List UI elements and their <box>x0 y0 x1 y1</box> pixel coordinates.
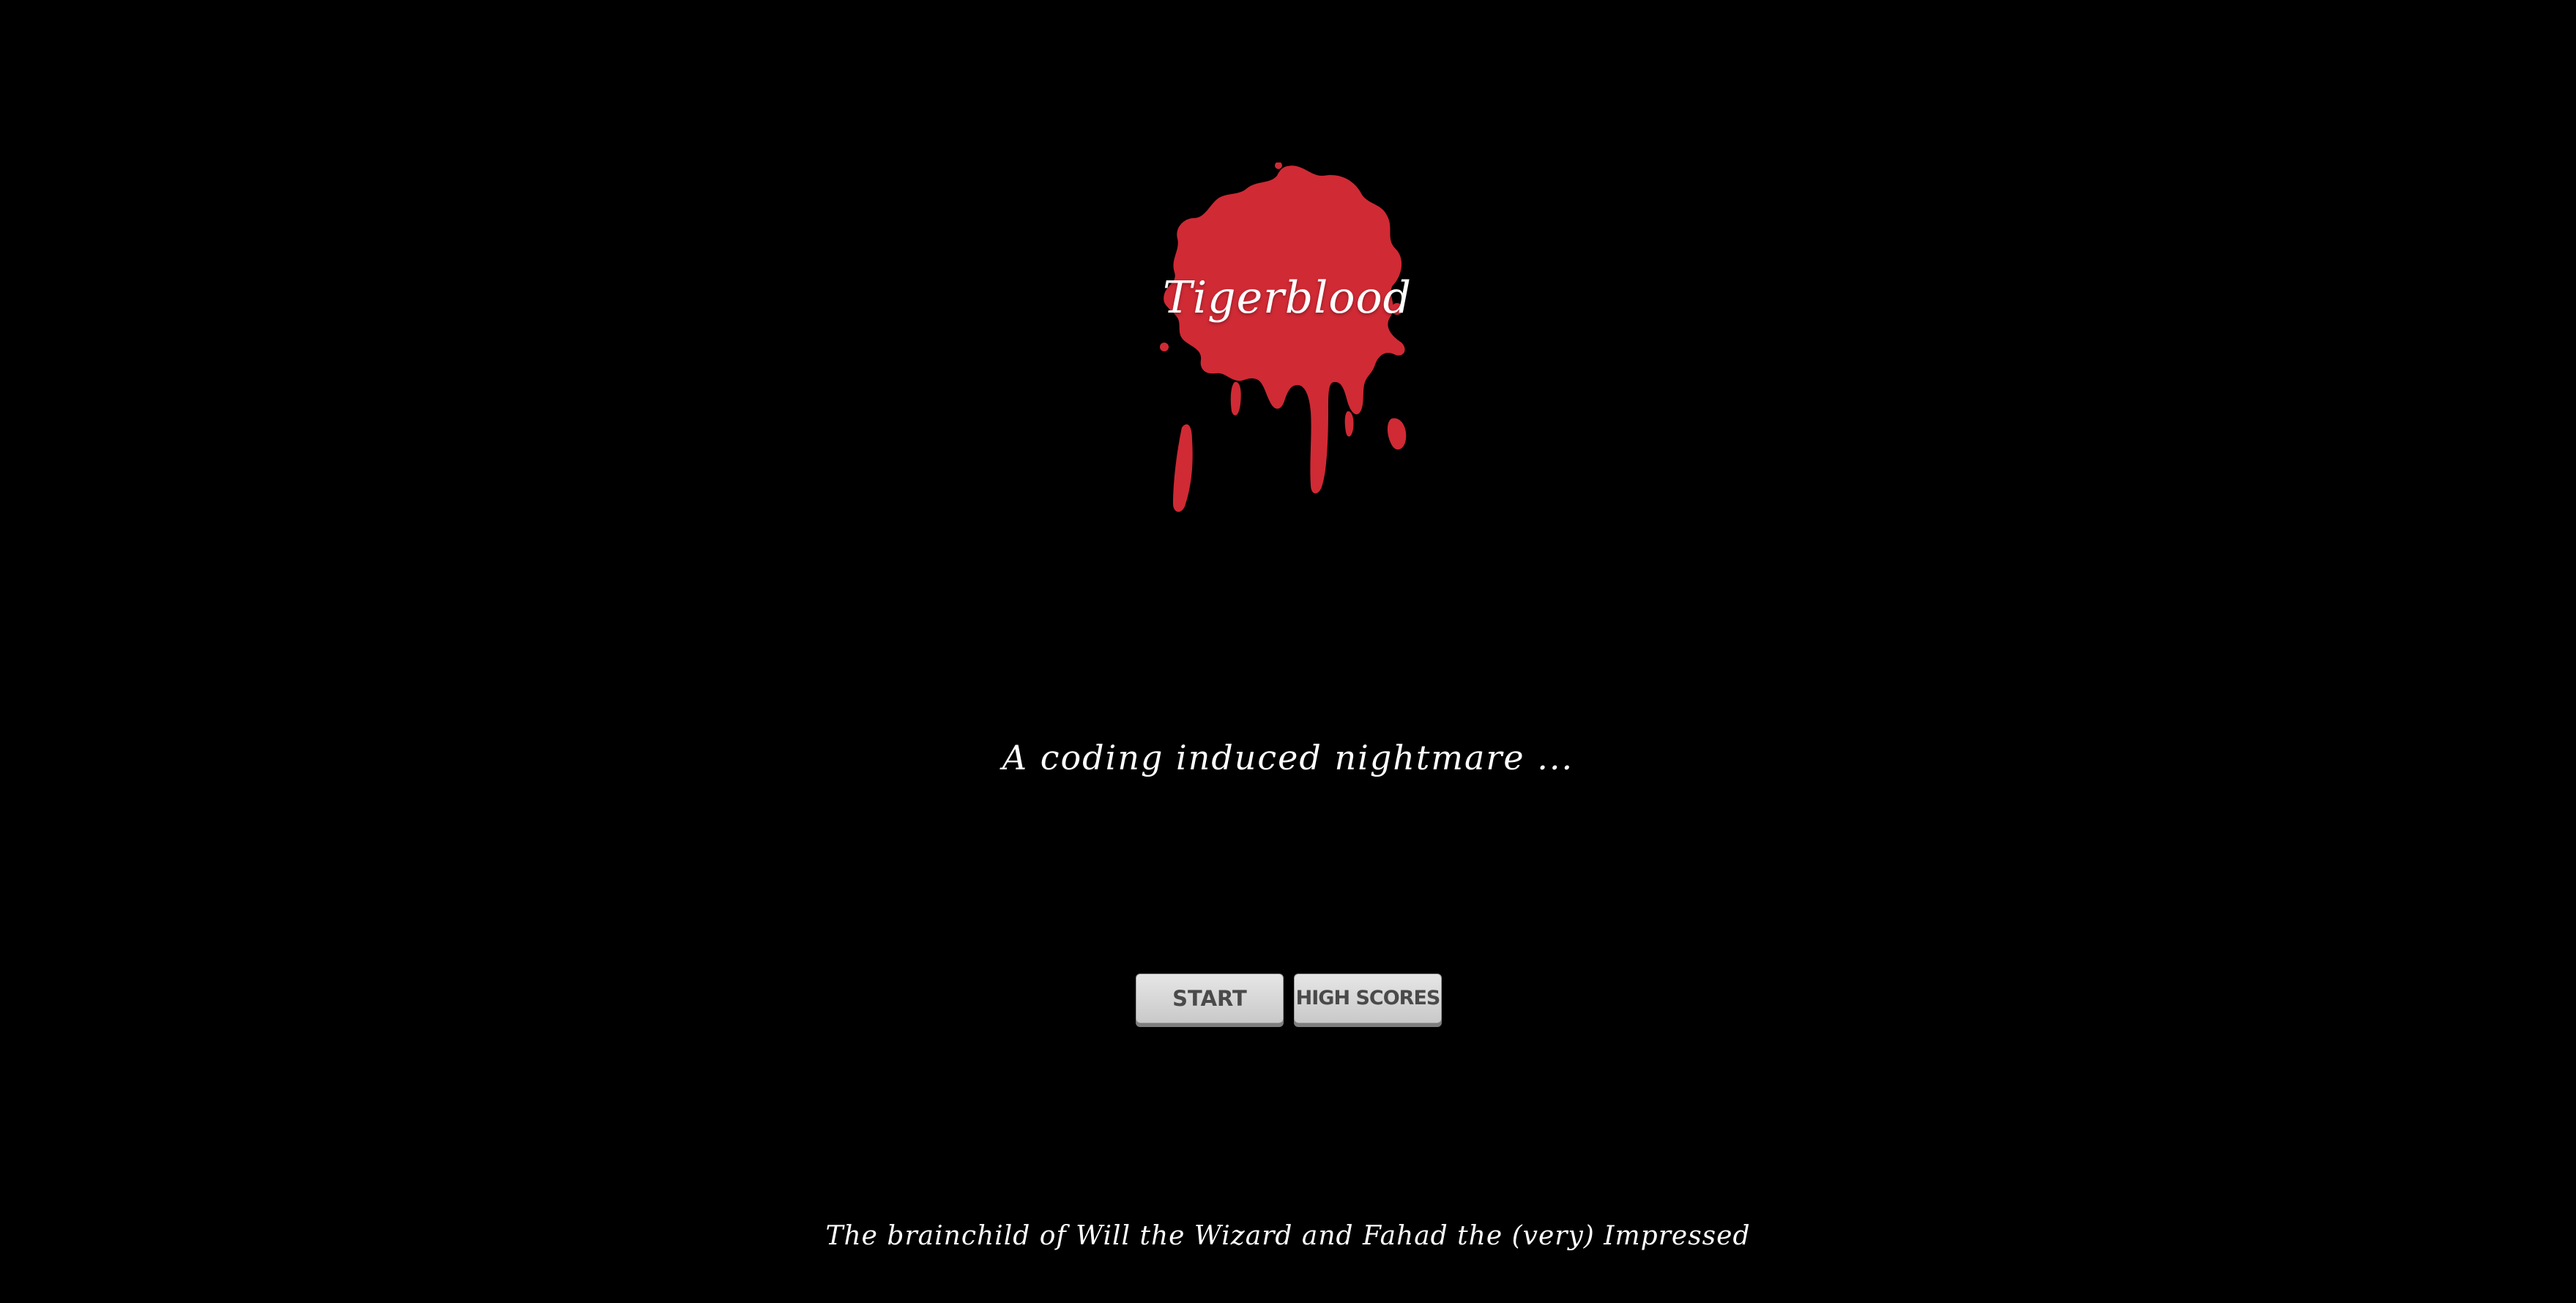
game-title: Tigerblood <box>1162 272 1412 324</box>
game-logo: Tigerblood <box>1148 163 1426 514</box>
high-scores-button[interactable]: HIGH SCORES <box>1294 974 1442 1023</box>
main-menu: START HIGH SCORES <box>1136 974 1442 1025</box>
tagline: A coding induced nightmare ... <box>1002 738 1574 777</box>
start-button[interactable]: START <box>1136 974 1284 1023</box>
blood-splatter-icon <box>1160 163 1407 512</box>
credits-text: The brainchild of Will the Wizard and Fa… <box>825 1221 1751 1251</box>
title-screen: Tigerblood A coding induced nightmare ..… <box>0 0 2576 1303</box>
